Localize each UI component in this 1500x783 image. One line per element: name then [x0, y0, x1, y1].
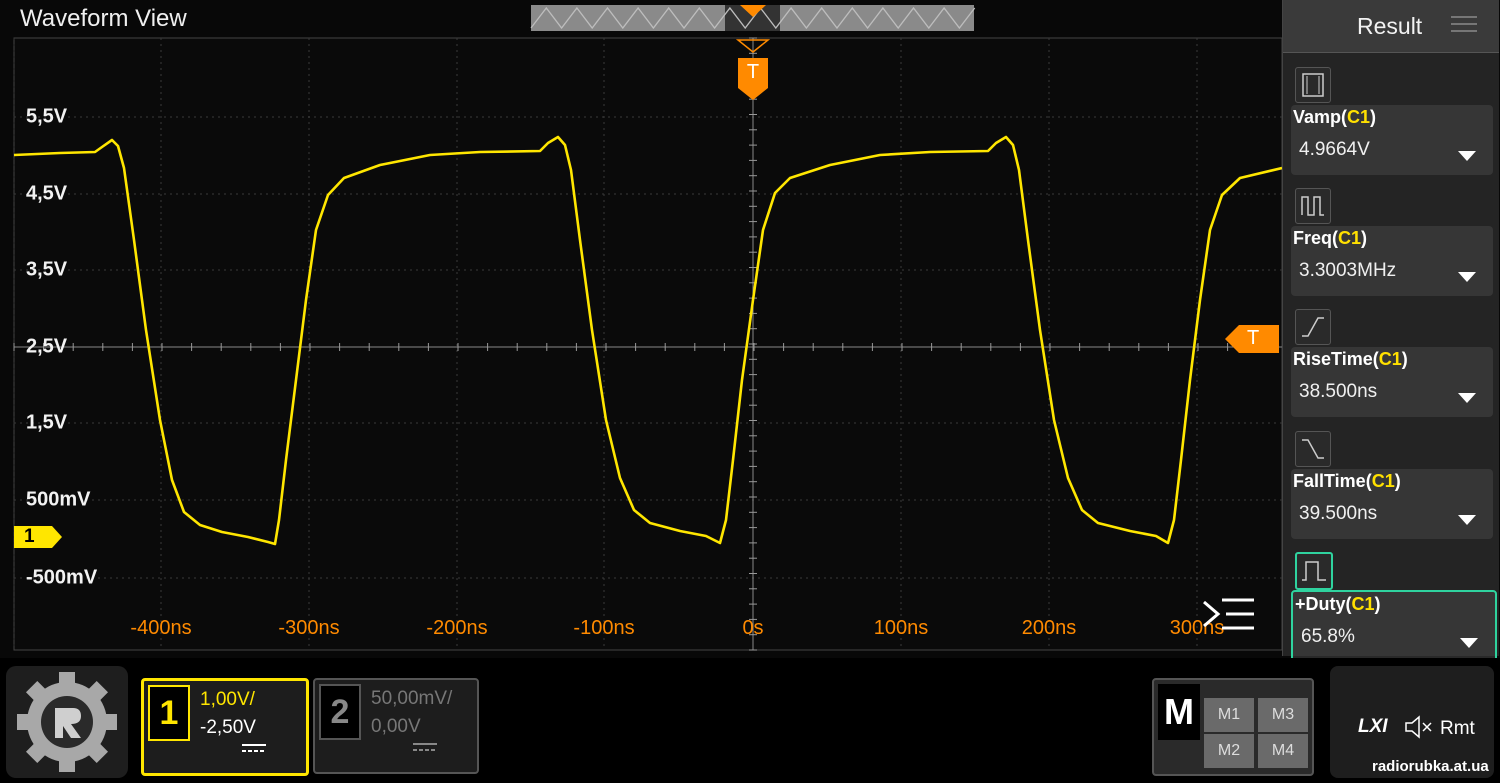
- dropdown-arrow-icon[interactable]: [1458, 515, 1476, 525]
- x-axis-label: 100ns: [873, 617, 929, 639]
- measurement-risetime[interactable]: RiseTime(C1) 38.500ns: [1291, 309, 1495, 417]
- timebase-overview[interactable]: [530, 5, 976, 31]
- waveform-screen[interactable]: Waveform View 5,5V 4,5V 3,5V 2,5V 1,5V 5…: [0, 0, 1500, 664]
- home-logo-button[interactable]: [6, 666, 128, 778]
- math-m3-button[interactable]: M3: [1258, 698, 1308, 732]
- measurement-vamp[interactable]: Vamp(C1) 4.9664V: [1291, 67, 1495, 175]
- measurement-name: RiseTime(C1): [1293, 349, 1408, 369]
- math-m1-button[interactable]: M1: [1204, 698, 1254, 732]
- trigger-level-marker[interactable]: T: [1225, 325, 1279, 353]
- math-m4-button[interactable]: M4: [1258, 734, 1308, 768]
- watermark: radiorubka.at.ua: [1372, 758, 1489, 775]
- channel-number: 2: [319, 684, 361, 740]
- measurement-value: 4.9664V: [1299, 139, 1370, 160]
- remote-status: Rmt: [1440, 718, 1475, 739]
- measurement-name: FallTime(C1): [1293, 471, 1401, 491]
- measurement-value: 3.3003MHz: [1299, 260, 1397, 281]
- dc-coupling-icon: [242, 744, 266, 752]
- measurement-falltime[interactable]: FallTime(C1) 39.500ns: [1291, 431, 1495, 539]
- rise-time-icon: [1295, 309, 1331, 345]
- waveform-display[interactable]: [0, 0, 1282, 658]
- y-axis-label: -500mV: [26, 566, 98, 589]
- y-axis-label: 3,5V: [26, 258, 68, 281]
- channel-offset: 0,00V: [371, 716, 421, 737]
- channel-scale: 1,00V/: [200, 689, 255, 710]
- y-axis-label: 2,5V: [26, 335, 68, 358]
- bottom-bar: 1 1,00V/ -2,50V 2 50,00mV/ 0,00V M M1 M3…: [0, 658, 1500, 782]
- window-title: Waveform View: [20, 5, 187, 32]
- x-axis-label: 200ns: [1021, 617, 1077, 639]
- measurement-value: 65.8%: [1301, 626, 1355, 647]
- fall-time-icon: [1295, 431, 1331, 467]
- dropdown-arrow-icon[interactable]: [1460, 638, 1478, 648]
- y-axis-label: 5,5V: [26, 105, 68, 128]
- lxi-status: LXI: [1358, 716, 1388, 737]
- dropdown-arrow-icon[interactable]: [1458, 393, 1476, 403]
- menu-expand-icon[interactable]: [1200, 596, 1256, 632]
- channel2-settings[interactable]: 2 50,00mV/ 0,00V: [313, 678, 479, 774]
- dropdown-arrow-icon[interactable]: [1458, 272, 1476, 282]
- x-axis-label: 0s: [742, 617, 764, 639]
- measurement-duty[interactable]: +Duty(C1) 65.8%: [1291, 552, 1497, 664]
- measurement-name: Vamp(C1): [1293, 107, 1377, 127]
- channel1-offset-marker[interactable]: 1: [14, 526, 62, 548]
- x-axis-label: -200ns: [426, 617, 488, 639]
- measurement-value: 39.500ns: [1299, 503, 1378, 524]
- measurement-name: Freq(C1): [1293, 228, 1368, 248]
- result-panel: Result Vamp(C1) 4.9664V Freq(C1) 3.3003M…: [1282, 0, 1499, 664]
- duty-cycle-icon: [1295, 552, 1333, 590]
- channel-number: 1: [148, 685, 190, 741]
- y-axis-label: 500mV: [26, 488, 91, 511]
- x-axis-label: -300ns: [278, 617, 340, 639]
- dropdown-arrow-icon[interactable]: [1458, 151, 1476, 161]
- gear-logo-icon: [17, 672, 117, 772]
- speaker-mute-icon[interactable]: [1404, 714, 1436, 740]
- result-header: Result: [1283, 0, 1499, 53]
- y-axis-label: 4,5V: [26, 182, 68, 205]
- result-menu-icon[interactable]: [1451, 14, 1477, 34]
- x-axis-label: -100ns: [573, 617, 635, 639]
- channel1-settings[interactable]: 1 1,00V/ -2,50V: [141, 678, 309, 776]
- result-title: Result: [1357, 13, 1423, 39]
- y-axis-label: 1,5V: [26, 411, 68, 434]
- measurement-name: +Duty(C1): [1295, 594, 1381, 614]
- x-axis-label: -400ns: [130, 617, 192, 639]
- math-m2-button[interactable]: M2: [1204, 734, 1254, 768]
- dc-coupling-icon: [413, 743, 437, 751]
- channel-scale: 50,00mV/: [371, 688, 453, 709]
- measurement-freq[interactable]: Freq(C1) 3.3003MHz: [1291, 188, 1495, 296]
- channel-offset: -2,50V: [200, 717, 256, 738]
- trigger-position-marker[interactable]: T: [738, 58, 768, 100]
- math-settings[interactable]: M M1 M3 M2 M4: [1152, 678, 1314, 776]
- amplitude-icon: [1295, 67, 1331, 103]
- measurement-value: 38.500ns: [1299, 381, 1378, 402]
- math-label: M: [1158, 684, 1200, 740]
- frequency-icon: [1295, 188, 1331, 224]
